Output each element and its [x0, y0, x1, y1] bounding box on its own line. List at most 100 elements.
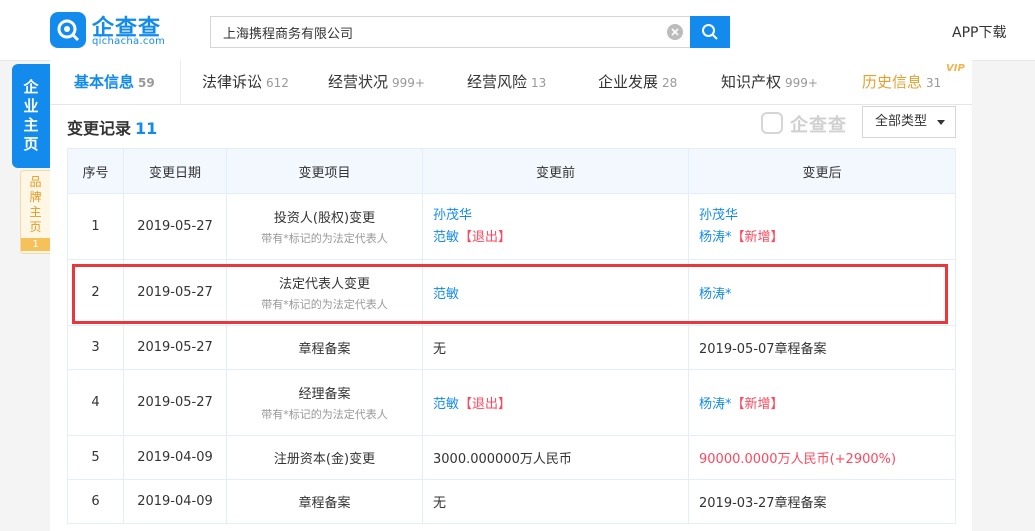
tab-bar: 基本信息 59 法律诉讼 612 经营状况 999+ 经营风险 13 企业发展 28 知识…: [50, 60, 972, 105]
after-cell: 2019-03-27章程备案: [688, 479, 956, 524]
change-item: 章程备案: [226, 479, 423, 524]
change-date: 2019-04-09: [123, 479, 227, 524]
row-number: 1: [67, 193, 124, 260]
tab-development[interactable]: 企业发展 28: [598, 60, 677, 104]
tab-label: 经营状况: [328, 73, 389, 91]
side-tab-char: 主: [23, 116, 39, 134]
change-date: 2019-05-27: [123, 325, 227, 370]
section-title: 变更记录 11: [67, 115, 157, 139]
side-tab-brand-home[interactable]: 品 牌 主 页 1: [20, 170, 51, 254]
legal-rep-note: 带有*标记的为法定代表人: [261, 408, 388, 421]
type-filter-dropdown[interactable]: 全部类型: [862, 106, 956, 138]
column-header: 变更项目: [226, 148, 423, 194]
change-item: 章程备案: [226, 325, 423, 370]
side-tab-char: 牌: [29, 190, 42, 204]
change-item: 经理备案带有*标记的为法定代表人: [226, 369, 423, 436]
tab-count: 612: [266, 76, 289, 90]
tab-label: 法律诉讼: [202, 73, 263, 91]
table-row: 4 2019-05-27 经理备案带有*标记的为法定代表人 范敏【退出】 杨涛*…: [67, 369, 956, 436]
row-number: 4: [67, 369, 124, 436]
watermark-logo-icon: [761, 112, 783, 134]
side-tab-char: 品: [29, 175, 42, 189]
side-tab-company-home[interactable]: 企 业 主 页: [12, 64, 50, 168]
vip-badge: VIP: [946, 63, 965, 74]
side-tab-char: 业: [23, 97, 39, 115]
table-row: 6 2019-04-09 章程备案 无 2019-03-27章程备案: [67, 479, 956, 524]
change-item: 投资人(股权)变更 带有*标记的为法定代表人: [226, 193, 423, 260]
search-icon: [702, 24, 718, 40]
type-filter-value: 全部类型: [875, 114, 928, 129]
tab-label: 企业发展: [598, 73, 659, 91]
logo-mark-icon: [57, 19, 80, 42]
side-tab-char: 页: [23, 135, 39, 153]
before-cell: 无: [422, 479, 689, 524]
exit-tag: 【退出】: [459, 397, 512, 412]
change-item: 注册资本(金)变更: [226, 435, 423, 480]
row-number: 3: [67, 325, 124, 370]
search-input[interactable]: [211, 17, 675, 47]
clear-icon[interactable]: [667, 24, 683, 40]
tab-count: 999+: [785, 76, 818, 90]
change-item-label: 投资人(股权)变更: [273, 211, 376, 226]
tab-count: 999+: [392, 76, 425, 90]
column-header: 序号: [67, 148, 124, 194]
table-row: 5 2019-04-09 注册资本(金)变更 3000.000000万人民币 9…: [67, 435, 956, 480]
tab-count: 28: [662, 76, 678, 90]
after-value: 90000.0000万人民币: [699, 452, 830, 467]
search-button[interactable]: [690, 16, 730, 48]
tab-label: 经营风险: [467, 73, 528, 91]
legal-rep-note: 带有*标记的为法定代表人: [261, 232, 388, 245]
top-header: 企查查 qichacha.com APP下载: [0, 0, 1035, 61]
percent-change: (+2900%): [829, 452, 897, 467]
change-records-table: 序号 变更日期 变更项目 变更前 变更后 1 2019-05-27 投资人(股权…: [67, 148, 956, 524]
before-cell: 范敏【退出】: [422, 369, 689, 436]
tab-label: 历史信息: [862, 73, 923, 91]
column-header: 变更后: [688, 148, 956, 194]
exit-tag: 【退出】: [459, 229, 512, 245]
row-number: 5: [67, 435, 124, 480]
tab-count: 59: [138, 76, 155, 90]
tab-legal[interactable]: 法律诉讼 612: [202, 60, 289, 104]
tab-history[interactable]: 历史信息 31: [862, 60, 941, 104]
person-link[interactable]: 范敏: [433, 230, 459, 245]
person-link[interactable]: 孙茂华: [433, 208, 472, 223]
before-cell: 孙茂华 范敏【退出】: [422, 193, 689, 260]
tab-operations[interactable]: 经营状况 999+: [328, 60, 425, 104]
highlight-annotation-box: [72, 264, 948, 324]
tab-label: 知识产权: [721, 73, 782, 91]
side-tab-char: 页: [29, 220, 42, 234]
tab-risk[interactable]: 经营风险 13: [467, 60, 546, 104]
tab-ip[interactable]: 知识产权 999+: [721, 60, 818, 104]
person-link[interactable]: 范敏: [433, 397, 459, 412]
before-cell: 3000.000000万人民币: [422, 435, 689, 480]
before-cell: 无: [422, 325, 689, 370]
change-date: 2019-05-27: [123, 369, 227, 436]
table-header-row: 序号 变更日期 变更项目 变更前 变更后: [67, 148, 956, 194]
after-cell: 杨涛*【新增】: [688, 369, 956, 436]
app-download-link[interactable]: APP下载: [952, 22, 1006, 42]
main-panel: 基本信息 59 法律诉讼 612 经营状况 999+ 经营风险 13 企业发展 28 知识…: [50, 60, 972, 531]
person-link[interactable]: 孙茂华: [699, 208, 738, 223]
chevron-down-icon: [937, 120, 945, 125]
tab-basic-info[interactable]: 基本信息 59: [74, 60, 155, 104]
side-tab-char: 主: [29, 205, 42, 219]
column-header: 变更日期: [123, 148, 227, 194]
watermark: 企查查: [790, 115, 847, 136]
side-tab-char: 企: [23, 78, 39, 96]
column-header: 变更前: [422, 148, 689, 194]
qichacha-logo[interactable]: [50, 12, 86, 48]
new-tag: 【新增】: [731, 397, 784, 412]
after-cell: 2019-05-07章程备案: [688, 325, 956, 370]
row-number: 6: [67, 479, 124, 524]
tab-count: 13: [531, 76, 547, 90]
tab-divider: [180, 60, 181, 104]
person-link[interactable]: 杨涛*: [699, 397, 732, 412]
section-count: 11: [135, 119, 158, 138]
after-cell: 90000.0000万人民币(+2900%): [688, 435, 956, 480]
person-link[interactable]: 杨涛*: [699, 230, 732, 245]
change-item-label: 经理备案: [298, 387, 351, 402]
table-row: 3 2019-05-27 章程备案 无 2019-05-07章程备案: [67, 325, 956, 370]
after-cell: 孙茂华 杨涛*【新增】: [688, 193, 956, 260]
search-box: [210, 16, 690, 48]
change-date: 2019-04-09: [123, 435, 227, 480]
